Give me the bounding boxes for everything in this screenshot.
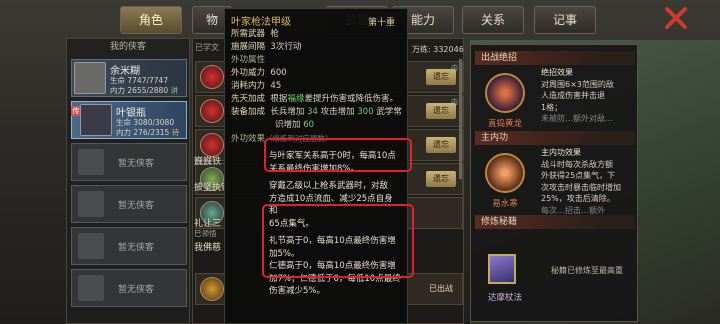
- highlight-box: [264, 138, 412, 172]
- innate-bonus: 先天加成 根据福缘差提升伤害或降低伤害。: [231, 94, 398, 104]
- empty-slot-icon: [78, 149, 104, 175]
- close-icon[interactable]: [662, 4, 690, 32]
- tab-records[interactable]: 记事: [534, 6, 596, 34]
- power-stat: 外功威力 600: [231, 68, 287, 78]
- skill-icon: [200, 65, 224, 89]
- section-training: 修炼秘籍: [475, 215, 635, 229]
- training-points: 万练: 332046: [412, 45, 464, 54]
- skill-label: 巍巍铁: [194, 157, 222, 167]
- empty-hero-slot[interactable]: 暂无侠客: [71, 185, 187, 223]
- hero-mp: 内力 276/2315 待: [116, 128, 180, 137]
- highlight-box: [262, 204, 414, 278]
- forget-button[interactable]: 遗忘: [426, 103, 456, 119]
- avatar: [80, 104, 112, 136]
- forget-button[interactable]: 遗忘: [426, 137, 456, 153]
- inner-effect: 主内功效果 战斗时每次杀敌方额 外获得25点集气，下 次攻击时暴击临时增加 25…: [541, 148, 621, 215]
- ultimate-skill-name: 直捣黄龙: [487, 119, 522, 129]
- skill-label: 我佛慈: [194, 243, 222, 253]
- training-note: 秘籍已修炼至最高重: [551, 266, 623, 275]
- empty-hero-slot[interactable]: 暂无侠客: [71, 269, 187, 307]
- skill-label: 巳领悟: [194, 229, 217, 238]
- inner-skill-name: 易水寒: [492, 199, 518, 209]
- tab-character[interactable]: 角色: [120, 6, 182, 34]
- deployed-label: 已出战: [429, 284, 453, 293]
- ultimate-skill-icon[interactable]: [485, 73, 525, 113]
- hero-mp: 内力 2655/2880 讲: [110, 86, 178, 95]
- cast-interval: 施展间隔 3次行动: [231, 42, 302, 52]
- book-icon[interactable]: [488, 254, 516, 284]
- equip-bonus: 装备加成 长兵增加 34 攻击增加 300 武学常: [231, 107, 402, 117]
- scrollbar[interactable]: [459, 59, 462, 179]
- empty-slot-icon: [78, 275, 104, 301]
- ultimate-effect: 绝招效果 对周围6×3范围的敌 人造成伤害并击退 1格； 未被防…额外对敌…: [541, 68, 614, 123]
- empty-slot-icon: [78, 233, 104, 259]
- attribute-section-title: 外功属性: [231, 55, 266, 65]
- training-item-name: 达摩杖法: [487, 293, 522, 303]
- weapon-requirement: 所需武器 枪: [231, 29, 279, 39]
- equip-bonus-cont: 识增加 60: [275, 120, 315, 130]
- skill-level: 第十重: [367, 18, 395, 28]
- cost-stat: 消耗内力 45: [231, 81, 282, 91]
- inner-skill-icon[interactable]: [485, 153, 525, 193]
- forget-button[interactable]: 遗忘: [426, 171, 456, 187]
- avatar: [74, 62, 106, 94]
- hero-card[interactable]: 余米糊 生命 7747/7747 内力 2655/2880 讲: [71, 59, 187, 97]
- empty-hero-slot[interactable]: 暂无侠客: [71, 143, 187, 181]
- section-out-skill: 出战绝招: [475, 51, 635, 65]
- forget-button[interactable]: 遗忘: [426, 69, 456, 85]
- hero-card-selected[interactable]: 传 叶银瓶 生命 3080/3080 内力 276/2315 待: [71, 101, 187, 139]
- skill-icon: [200, 99, 224, 123]
- hero-list-panel: 我的侠客 余米糊 生命 7747/7747 内力 2655/2880 讲 传 叶…: [66, 38, 190, 324]
- empty-hero-slot[interactable]: 暂无侠客: [71, 227, 187, 265]
- hero-list-title: 我的侠客: [109, 42, 146, 52]
- skill-icon: [200, 277, 224, 301]
- tab-relations[interactable]: 关系: [462, 6, 524, 34]
- empty-slot-icon: [78, 191, 104, 217]
- section-inner-skill: 主内功: [475, 131, 635, 145]
